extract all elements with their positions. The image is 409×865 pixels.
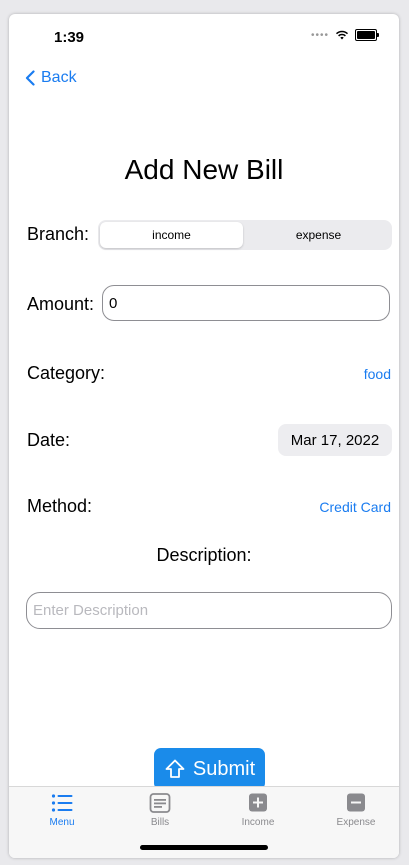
date-picker[interactable]: Mar 17, 2022 xyxy=(278,424,392,456)
category-label: Category: xyxy=(27,363,106,383)
description-label: Description: xyxy=(156,545,252,565)
back-button[interactable]: Back xyxy=(25,69,77,87)
tab-income-label: Income xyxy=(241,817,275,828)
submit-button[interactable]: Submit xyxy=(154,748,265,790)
branch-segmented-control: income expense xyxy=(98,220,392,250)
status-time: 1:39 xyxy=(54,29,85,46)
method-picker[interactable]: Credit Card xyxy=(319,499,391,515)
tab-expense[interactable]: Expense xyxy=(316,793,396,828)
status-icons: •••• xyxy=(310,29,379,41)
document-icon xyxy=(149,793,171,813)
category-picker[interactable]: food xyxy=(364,366,391,382)
tab-menu[interactable]: Menu xyxy=(22,793,102,828)
segment-income[interactable]: income xyxy=(100,222,243,248)
method-label: Method: xyxy=(27,496,93,516)
description-input[interactable] xyxy=(26,592,392,629)
back-label: Back xyxy=(41,69,77,86)
list-icon xyxy=(51,794,73,812)
battery-icon xyxy=(355,29,379,41)
tab-bar: Menu Bills Income Expense xyxy=(9,786,399,858)
cellular-signal-icon: •••• xyxy=(310,29,329,41)
tab-income[interactable]: Income xyxy=(218,793,298,828)
app-screen: 1:39 •••• Back Add New Bill Branch: inco… xyxy=(9,14,399,858)
amount-input[interactable] xyxy=(102,285,390,321)
status-bar: 1:39 •••• xyxy=(9,14,399,58)
tab-expense-label: Expense xyxy=(336,817,376,828)
amount-label: Amount: xyxy=(27,294,95,314)
submit-label: Submit xyxy=(192,757,256,780)
tab-menu-label: Menu xyxy=(49,817,75,828)
tab-bills-label: Bills xyxy=(150,817,170,828)
wifi-icon xyxy=(335,30,349,40)
home-indicator xyxy=(140,845,268,850)
arrow-up-icon xyxy=(165,759,185,778)
minus-square-icon xyxy=(347,793,365,812)
branch-label: Branch: xyxy=(27,224,90,244)
segment-expense[interactable]: expense xyxy=(247,222,390,248)
page-title: Add New Bill xyxy=(124,154,284,185)
plus-square-icon xyxy=(249,793,267,812)
tab-bills[interactable]: Bills xyxy=(120,793,200,828)
chevron-left-icon xyxy=(25,70,35,86)
date-label: Date: xyxy=(27,430,71,450)
